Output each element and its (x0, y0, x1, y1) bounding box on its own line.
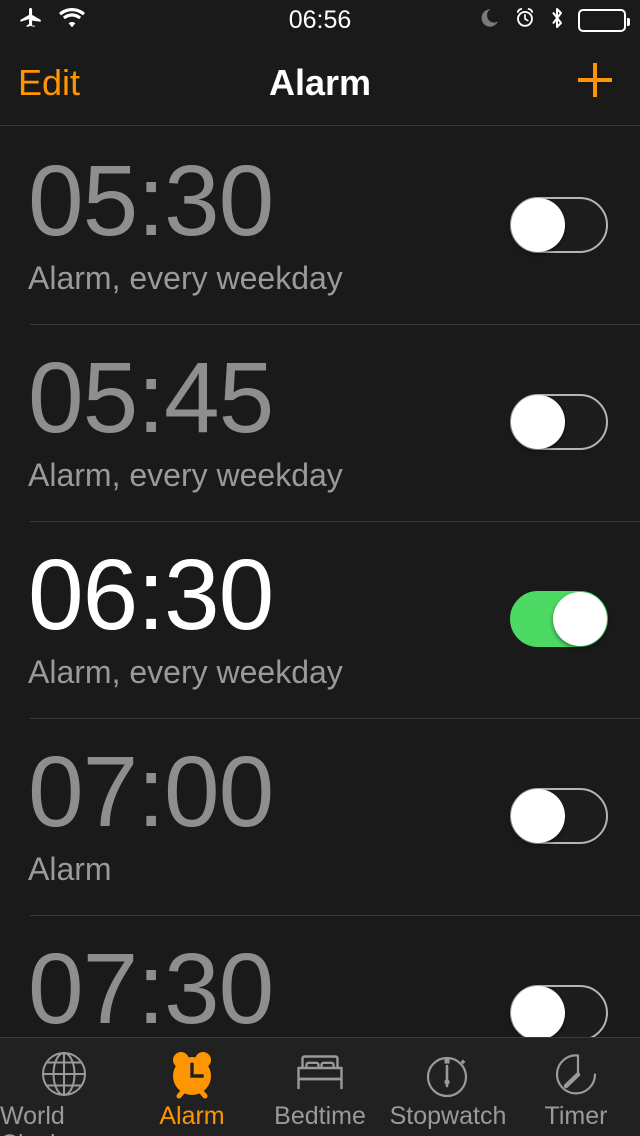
do-not-disturb-moon-icon (479, 7, 501, 34)
status-bar-right-icons (479, 0, 630, 40)
tab-bedtime[interactable]: Bedtime (256, 1038, 384, 1136)
alarm-subtitle: Alarm, every weekday (28, 457, 343, 493)
toggle-knob (553, 592, 607, 646)
alarm-toggle[interactable] (510, 788, 608, 844)
alarm-time: 05:45 (28, 342, 274, 454)
alarm-row-text: 05:30 Alarm, every weekday (28, 149, 343, 297)
alarm-list[interactable]: 05:30 Alarm, every weekday 05:45 Alarm, … (0, 127, 640, 1037)
navigation-bar: Edit Alarm (0, 40, 640, 126)
alarm-row[interactable]: 05:45 Alarm, every weekday (0, 324, 640, 521)
alarm-toggle[interactable] (510, 394, 608, 450)
tab-label: Timer (544, 1102, 608, 1130)
alarm-subtitle: Alarm (28, 851, 112, 887)
tab-alarm[interactable]: Alarm (128, 1038, 256, 1136)
globe-icon (36, 1046, 92, 1102)
tab-world-clock[interactable]: World Clock (0, 1038, 128, 1136)
alarm-toggle[interactable] (510, 197, 608, 253)
alarm-time: 07:00 (28, 736, 274, 848)
alarm-row[interactable]: 06:30 Alarm, every weekday (0, 521, 640, 718)
alarm-row[interactable]: 05:30 Alarm, every weekday (0, 127, 640, 324)
bed-icon (292, 1046, 348, 1102)
alarm-clock-icon (164, 1046, 220, 1102)
bluetooth-icon (549, 6, 565, 35)
alarm-row-text: 07:30 (28, 933, 274, 1037)
add-alarm-button[interactable] (572, 40, 618, 125)
alarm-row-text: 06:30 Alarm, every weekday (28, 543, 343, 691)
alarm-toggle[interactable] (510, 985, 608, 1037)
toggle-knob (511, 986, 565, 1037)
tab-stopwatch[interactable]: Stopwatch (384, 1038, 512, 1136)
alarm-time: 06:30 (28, 539, 274, 651)
alarm-row[interactable]: 07:30 (0, 915, 640, 1037)
tab-label: World Clock (0, 1102, 65, 1136)
status-bar: 06:56 (0, 0, 640, 40)
page-title: Alarm (268, 61, 372, 103)
tab-label: Bedtime (274, 1102, 366, 1130)
alarm-subtitle: Alarm, every weekday (28, 654, 343, 690)
alarm-row-text: 07:00 Alarm (28, 736, 274, 888)
toggle-knob (511, 789, 565, 843)
toggle-knob (511, 395, 565, 449)
plus-icon (572, 57, 618, 108)
toggle-knob (511, 198, 565, 252)
tab-bar: World Clock Alarm (0, 1037, 640, 1136)
stopwatch-icon (420, 1046, 476, 1102)
tab-timer[interactable]: Timer (512, 1038, 640, 1136)
clock-app-screen: 06:56 Edit Alarm 05:30 Alarm, every week… (0, 0, 640, 1136)
alarm-subtitle: Alarm, every weekday (28, 260, 343, 296)
alarm-toggle[interactable] (510, 591, 608, 647)
battery-icon (578, 8, 630, 32)
tab-label: Stopwatch (389, 1102, 507, 1130)
timer-icon (548, 1046, 604, 1102)
tab-label: Alarm (159, 1102, 225, 1130)
alarm-row[interactable]: 07:00 Alarm (0, 718, 640, 915)
alarm-time: 07:30 (28, 933, 274, 1037)
alarm-time: 05:30 (28, 145, 274, 257)
alarm-row-text: 05:45 Alarm, every weekday (28, 346, 343, 494)
alarm-clock-icon (514, 6, 536, 34)
